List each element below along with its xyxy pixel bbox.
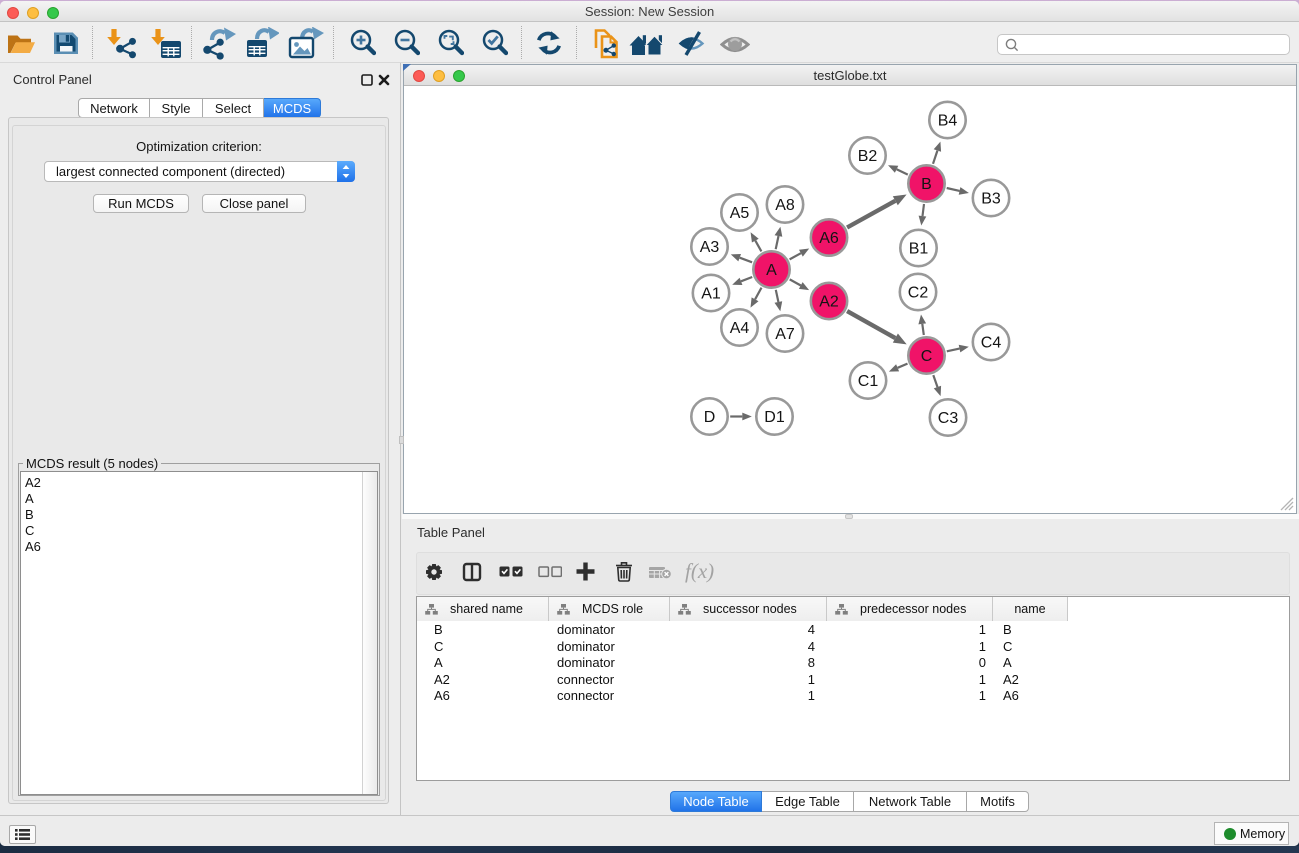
svg-text:B1: B1 xyxy=(909,241,929,258)
svg-text:C3: C3 xyxy=(938,410,959,427)
svg-text:D1: D1 xyxy=(764,409,785,426)
svg-text:A3: A3 xyxy=(700,239,720,256)
svg-text:A7: A7 xyxy=(775,326,795,343)
svg-text:C1: C1 xyxy=(858,373,879,390)
svg-text:B2: B2 xyxy=(858,148,878,165)
svg-text:D: D xyxy=(704,409,716,426)
svg-text:C: C xyxy=(921,348,933,365)
svg-text:A5: A5 xyxy=(730,205,750,222)
svg-text:A8: A8 xyxy=(775,197,795,214)
svg-text:A2: A2 xyxy=(819,294,839,311)
svg-text:A6: A6 xyxy=(819,230,839,247)
svg-text:B: B xyxy=(921,176,932,193)
svg-text:B3: B3 xyxy=(981,191,1001,208)
svg-text:A4: A4 xyxy=(730,320,750,337)
svg-text:B4: B4 xyxy=(938,113,958,130)
svg-text:A: A xyxy=(766,262,777,279)
svg-text:C4: C4 xyxy=(981,335,1002,352)
svg-text:C2: C2 xyxy=(908,285,929,302)
svg-text:A1: A1 xyxy=(701,286,721,303)
